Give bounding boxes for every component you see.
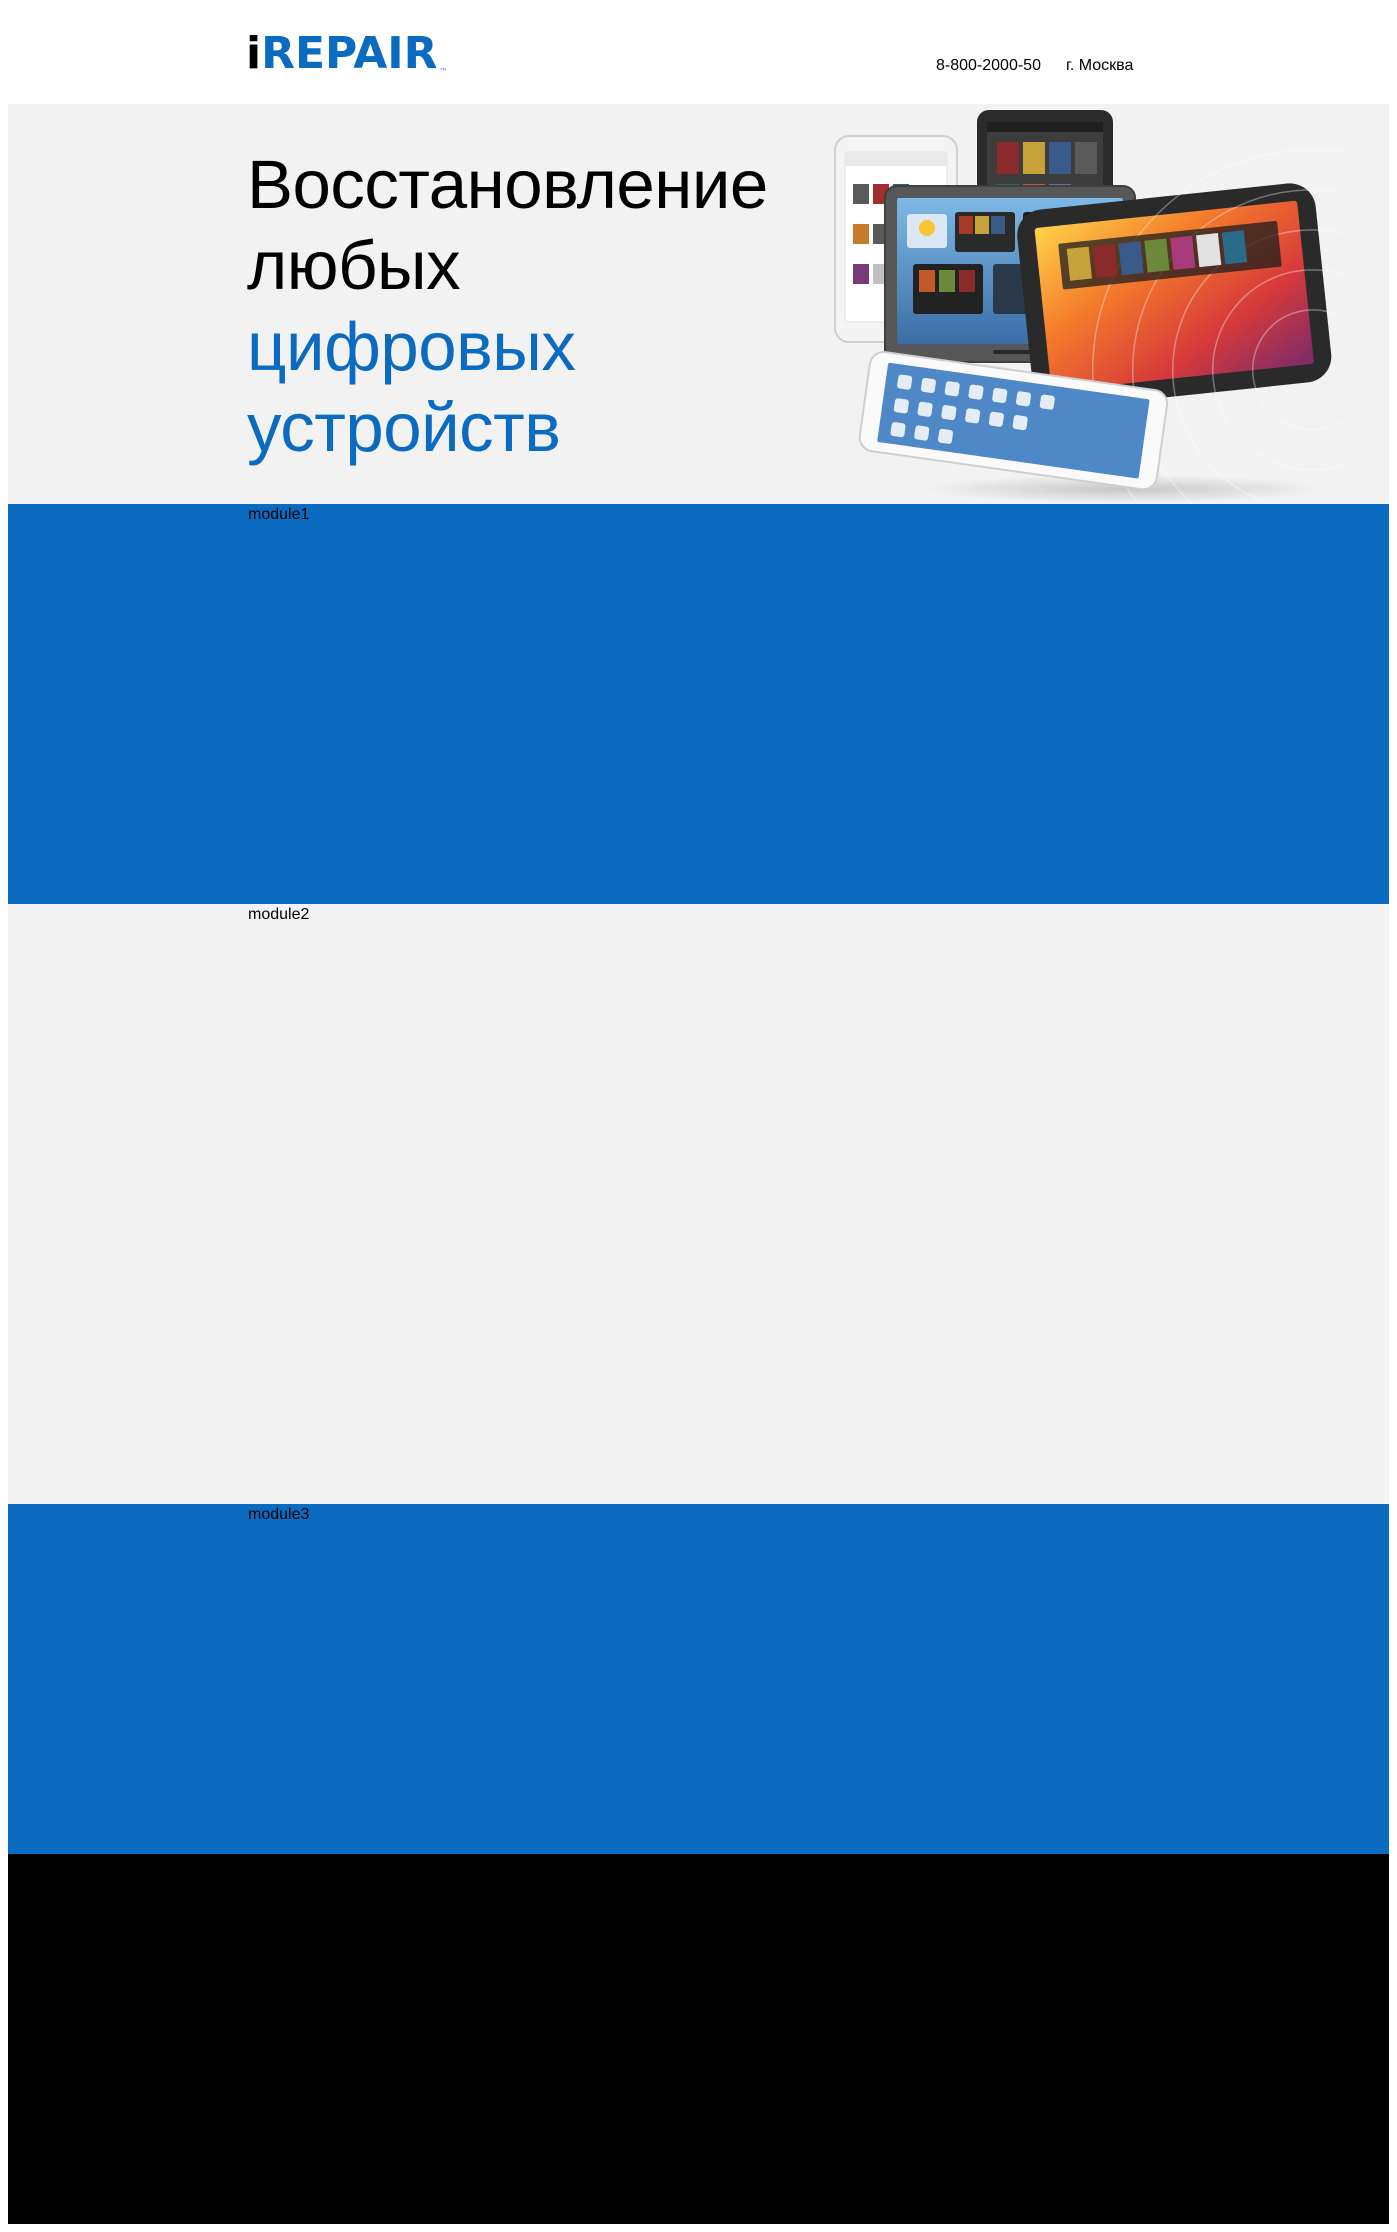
page: i REPAIR ™ 8-800-2000-50 г. Москва Восстан… bbox=[0, 0, 1397, 2232]
module-3: module3 bbox=[8, 1504, 1389, 1854]
site-footer bbox=[8, 1854, 1389, 2224]
tablets-illustration-icon bbox=[834, 110, 1343, 504]
hero-title-line-2: любых bbox=[247, 227, 461, 304]
hero-title: Восстановление любых цифровых устройств bbox=[247, 144, 768, 468]
hero-banner: Восстановление любых цифровых устройств bbox=[8, 104, 1389, 504]
hero-title-line-4: устройств bbox=[247, 389, 561, 466]
hero-title-line-1: Восстановление bbox=[247, 146, 768, 223]
irepair-logo[interactable]: i REPAIR ™ bbox=[246, 28, 448, 80]
phone-number[interactable]: 8-800-2000-50 bbox=[936, 57, 1041, 75]
city-selector[interactable]: г. Москва bbox=[1066, 57, 1133, 75]
module-2-label: module2 bbox=[248, 906, 310, 923]
logo-trademark: ™ bbox=[439, 67, 448, 76]
module-2: module2 bbox=[8, 904, 1389, 1504]
logo-letter-i: i bbox=[246, 28, 262, 79]
site-header: i REPAIR ™ 8-800-2000-50 г. Москва bbox=[0, 0, 1397, 104]
module-1-label: module1 bbox=[248, 506, 310, 523]
hero-title-line-3: цифровых bbox=[247, 308, 576, 385]
module-1: module1 bbox=[8, 504, 1389, 904]
logo-wordmark: REPAIR bbox=[261, 28, 438, 79]
module-3-label: module3 bbox=[248, 1506, 310, 1523]
